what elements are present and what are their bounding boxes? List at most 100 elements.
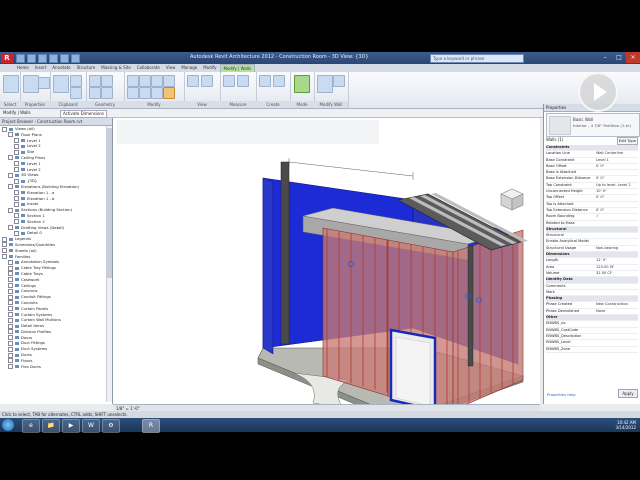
split-face-icon[interactable] bbox=[101, 87, 113, 99]
expand-toggle-icon[interactable] bbox=[8, 317, 13, 323]
browser-node[interactable]: Flex Ducts bbox=[0, 364, 106, 370]
properties-help-link[interactable]: Properties help bbox=[547, 392, 576, 397]
property-value[interactable]: 120.00 SF bbox=[596, 265, 614, 270]
expand-toggle-icon[interactable] bbox=[2, 126, 7, 132]
expand-toggle-icon[interactable] bbox=[14, 219, 19, 225]
taskbar-settings-icon[interactable]: ⚙ bbox=[102, 419, 120, 433]
room-3d-model[interactable] bbox=[113, 118, 540, 404]
expand-toggle-icon[interactable] bbox=[14, 196, 19, 202]
3d-view-canvas[interactable] bbox=[113, 118, 540, 404]
apply-button[interactable]: Apply bbox=[618, 389, 638, 398]
expand-toggle-icon[interactable] bbox=[14, 178, 19, 184]
expand-toggle-icon[interactable] bbox=[8, 271, 13, 277]
create-similar-icon[interactable] bbox=[259, 75, 271, 87]
expand-toggle-icon[interactable] bbox=[8, 288, 13, 294]
expand-toggle-icon[interactable] bbox=[2, 242, 7, 248]
taskbar-word-icon[interactable]: W bbox=[82, 419, 100, 433]
viewcube-icon[interactable] bbox=[497, 186, 527, 212]
expand-toggle-icon[interactable] bbox=[8, 329, 13, 335]
edit-profile-icon[interactable] bbox=[294, 75, 310, 93]
property-value[interactable]: 10' 0" bbox=[596, 189, 607, 194]
expand-toggle-icon[interactable] bbox=[14, 201, 19, 207]
dimension-icon[interactable] bbox=[237, 75, 249, 87]
rotate-icon[interactable] bbox=[139, 87, 151, 99]
expand-toggle-icon[interactable] bbox=[14, 143, 19, 149]
property-value[interactable]: 0' 0" bbox=[596, 176, 604, 181]
minimize-button[interactable]: – bbox=[598, 52, 612, 63]
edit-type-button[interactable]: Edit Type bbox=[616, 137, 638, 145]
property-value[interactable]: Level 1 bbox=[596, 158, 609, 163]
expand-toggle-icon[interactable] bbox=[8, 283, 13, 289]
redo-icon[interactable] bbox=[49, 54, 58, 63]
trim-icon[interactable] bbox=[151, 87, 163, 99]
expand-toggle-icon[interactable] bbox=[2, 236, 7, 242]
tab-modify[interactable]: Modify bbox=[200, 64, 219, 72]
expand-toggle-icon[interactable] bbox=[8, 358, 13, 364]
expand-toggle-icon[interactable] bbox=[8, 225, 13, 231]
tab-home[interactable]: Home bbox=[14, 64, 32, 72]
wall-opening-icon[interactable] bbox=[317, 75, 333, 93]
measure-tool-icon[interactable] bbox=[223, 75, 235, 87]
expand-toggle-icon[interactable] bbox=[8, 335, 13, 341]
property-value[interactable]: 12' 0" bbox=[596, 258, 607, 263]
property-value[interactable]: New Construction bbox=[596, 302, 628, 307]
create-group-icon[interactable] bbox=[273, 75, 285, 87]
property-value[interactable]: Non-bearing bbox=[596, 246, 618, 251]
modify-arrow-icon[interactable] bbox=[3, 75, 19, 93]
copy-element-icon[interactable] bbox=[127, 87, 139, 99]
video-play-icon[interactable] bbox=[578, 72, 618, 112]
expand-toggle-icon[interactable] bbox=[14, 190, 19, 196]
expand-toggle-icon[interactable] bbox=[8, 340, 13, 346]
delete-icon[interactable] bbox=[163, 87, 175, 99]
scrollbar-thumb[interactable] bbox=[107, 128, 112, 278]
print-icon[interactable] bbox=[60, 54, 69, 63]
property-value[interactable]: 0' 0" bbox=[596, 195, 604, 200]
attach-top-base-icon[interactable] bbox=[333, 75, 345, 87]
tab-massing-site[interactable]: Massing & Site bbox=[98, 64, 134, 72]
override-graphics-icon[interactable] bbox=[201, 75, 213, 87]
property-value[interactable]: ✓ bbox=[596, 214, 599, 219]
expand-toggle-icon[interactable] bbox=[8, 132, 13, 138]
cut-icon[interactable] bbox=[70, 75, 82, 87]
tab-modify-walls[interactable]: Modify | Walls bbox=[219, 64, 256, 72]
expand-toggle-icon[interactable] bbox=[8, 155, 13, 161]
hide-in-view-icon[interactable] bbox=[187, 75, 199, 87]
property-value[interactable]: Up to level: Level 2 bbox=[596, 183, 631, 188]
expand-toggle-icon[interactable] bbox=[8, 172, 13, 178]
expand-toggle-icon[interactable] bbox=[14, 230, 19, 236]
activate-dimensions-button[interactable]: Activate Dimensions bbox=[60, 110, 108, 118]
expand-toggle-icon[interactable] bbox=[2, 248, 7, 254]
expand-toggle-icon[interactable] bbox=[2, 254, 7, 260]
paint-icon[interactable] bbox=[89, 87, 101, 99]
join-icon[interactable] bbox=[89, 75, 101, 87]
tab-annotate[interactable]: Annotate bbox=[49, 64, 73, 72]
type-selector[interactable]: Basic Wall Interior - 4 7/8" Partition (… bbox=[546, 113, 640, 137]
tab-structure[interactable]: Structure bbox=[74, 64, 99, 72]
undo-icon[interactable] bbox=[38, 54, 47, 63]
taskbar-revit-icon[interactable]: R bbox=[142, 419, 160, 433]
type-properties-icon[interactable] bbox=[38, 77, 50, 89]
cut-geometry-icon[interactable] bbox=[101, 75, 113, 87]
expand-toggle-icon[interactable] bbox=[8, 306, 13, 312]
expand-toggle-icon[interactable] bbox=[8, 207, 13, 213]
taskbar-explorer-icon[interactable]: 📁 bbox=[42, 419, 60, 433]
save-icon[interactable] bbox=[27, 54, 36, 63]
expand-toggle-icon[interactable] bbox=[8, 300, 13, 306]
taskbar-media-icon[interactable]: ▶ bbox=[62, 419, 80, 433]
expand-toggle-icon[interactable] bbox=[8, 323, 13, 329]
start-button[interactable] bbox=[2, 419, 14, 431]
revit-logo-icon[interactable]: R bbox=[1, 53, 13, 63]
close-button[interactable]: × bbox=[626, 52, 640, 63]
expand-toggle-icon[interactable] bbox=[14, 167, 19, 173]
property-value[interactable]: 0' 0" bbox=[596, 164, 604, 169]
expand-toggle-icon[interactable] bbox=[14, 138, 19, 144]
property-row[interactable]: ENWBS_Zone bbox=[546, 347, 638, 353]
expand-toggle-icon[interactable] bbox=[8, 364, 13, 370]
expand-toggle-icon[interactable] bbox=[8, 184, 13, 190]
expand-toggle-icon[interactable] bbox=[8, 346, 13, 352]
mirror-icon[interactable] bbox=[151, 75, 163, 87]
copy-icon[interactable] bbox=[70, 87, 82, 99]
open-icon[interactable] bbox=[16, 54, 25, 63]
offset-icon[interactable] bbox=[139, 75, 151, 87]
measure-icon[interactable] bbox=[71, 54, 80, 63]
